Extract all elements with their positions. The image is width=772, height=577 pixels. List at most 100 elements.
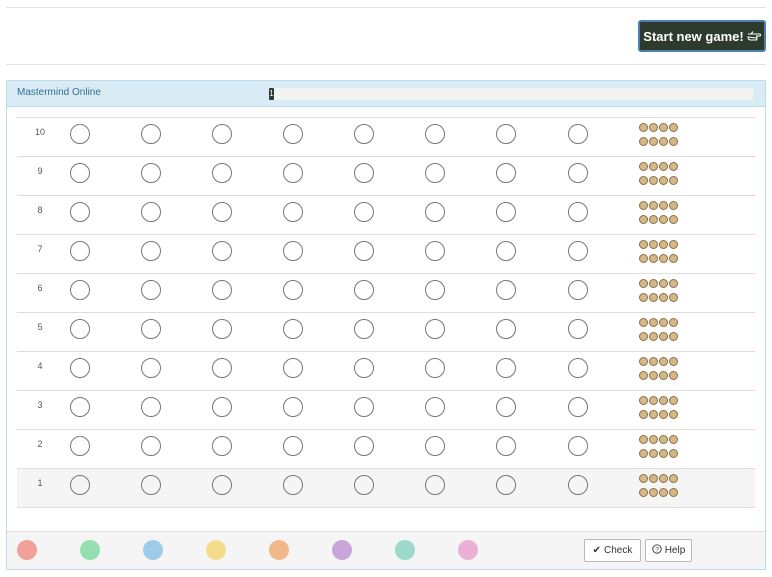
code-slot[interactable] xyxy=(70,475,90,495)
feedback-peg xyxy=(659,240,668,249)
code-slot[interactable] xyxy=(425,280,445,300)
code-slot[interactable] xyxy=(568,124,588,144)
feedback-peg xyxy=(669,371,678,380)
code-slot[interactable] xyxy=(496,124,516,144)
code-slot[interactable] xyxy=(141,124,161,144)
feedback-peg xyxy=(669,396,678,405)
code-slot[interactable] xyxy=(141,241,161,261)
code-slot[interactable] xyxy=(496,202,516,222)
code-slot[interactable] xyxy=(212,436,232,456)
code-slot[interactable] xyxy=(496,397,516,417)
code-slot[interactable] xyxy=(283,436,303,456)
code-slot[interactable] xyxy=(568,202,588,222)
start-new-game-button[interactable]: Start new game! xyxy=(638,20,766,52)
code-slot[interactable] xyxy=(141,280,161,300)
code-slot[interactable] xyxy=(354,319,374,339)
code-slot[interactable] xyxy=(283,241,303,261)
code-slot[interactable] xyxy=(283,397,303,417)
code-slot[interactable] xyxy=(496,319,516,339)
code-slot[interactable] xyxy=(425,358,445,378)
code-slot[interactable] xyxy=(568,397,588,417)
code-slot[interactable] xyxy=(425,124,445,144)
code-slot[interactable] xyxy=(496,241,516,261)
code-slot[interactable] xyxy=(212,163,232,183)
help-button[interactable]: ? Help xyxy=(645,539,692,562)
code-slot[interactable] xyxy=(425,163,445,183)
code-slot[interactable] xyxy=(283,475,303,495)
color-choice-8[interactable] xyxy=(458,540,478,560)
code-slot[interactable] xyxy=(141,358,161,378)
code-slot[interactable] xyxy=(141,163,161,183)
code-slot[interactable] xyxy=(354,163,374,183)
feedback-peg xyxy=(649,215,658,224)
code-slot[interactable] xyxy=(283,319,303,339)
code-slot[interactable] xyxy=(141,436,161,456)
code-slot[interactable] xyxy=(568,475,588,495)
color-choice-1[interactable] xyxy=(17,540,37,560)
color-choice-2[interactable] xyxy=(80,540,100,560)
row-number: 3 xyxy=(37,400,43,410)
code-slot[interactable] xyxy=(425,202,445,222)
code-slot[interactable] xyxy=(354,358,374,378)
check-button[interactable]: ✔ Check xyxy=(584,539,641,562)
code-slot[interactable] xyxy=(212,397,232,417)
code-slot[interactable] xyxy=(70,124,90,144)
code-slot[interactable] xyxy=(568,319,588,339)
code-slot[interactable] xyxy=(141,397,161,417)
code-slot[interactable] xyxy=(283,202,303,222)
code-slot[interactable] xyxy=(70,163,90,183)
code-slot[interactable] xyxy=(425,319,445,339)
code-slot[interactable] xyxy=(354,124,374,144)
code-slot[interactable] xyxy=(70,241,90,261)
code-slot[interactable] xyxy=(70,436,90,456)
color-choice-6[interactable] xyxy=(332,540,352,560)
code-slot[interactable] xyxy=(141,319,161,339)
code-slot[interactable] xyxy=(496,475,516,495)
code-slot[interactable] xyxy=(70,397,90,417)
color-choice-4[interactable] xyxy=(206,540,226,560)
code-slot[interactable] xyxy=(212,202,232,222)
code-slot[interactable] xyxy=(568,241,588,261)
code-slot[interactable] xyxy=(354,397,374,417)
feedback-peg xyxy=(649,162,658,171)
feedback-peg xyxy=(659,449,668,458)
code-slot[interactable] xyxy=(354,280,374,300)
code-slot[interactable] xyxy=(425,436,445,456)
panel-title: Mastermind Online xyxy=(17,87,101,98)
code-slot[interactable] xyxy=(141,202,161,222)
code-slot[interactable] xyxy=(212,280,232,300)
code-slot[interactable] xyxy=(212,319,232,339)
code-slot[interactable] xyxy=(212,124,232,144)
code-slot[interactable] xyxy=(212,358,232,378)
code-slot[interactable] xyxy=(70,358,90,378)
code-slot[interactable] xyxy=(496,436,516,456)
code-slot[interactable] xyxy=(283,280,303,300)
code-slot[interactable] xyxy=(141,475,161,495)
code-slot[interactable] xyxy=(568,280,588,300)
code-slot[interactable] xyxy=(425,241,445,261)
code-slot[interactable] xyxy=(354,202,374,222)
feedback-peg xyxy=(659,176,668,185)
code-slot[interactable] xyxy=(568,358,588,378)
code-slot[interactable] xyxy=(283,163,303,183)
code-slot[interactable] xyxy=(425,397,445,417)
color-choice-3[interactable] xyxy=(143,540,163,560)
code-slot[interactable] xyxy=(283,358,303,378)
code-slot[interactable] xyxy=(212,475,232,495)
code-slot[interactable] xyxy=(283,124,303,144)
code-slot[interactable] xyxy=(354,241,374,261)
code-slot[interactable] xyxy=(354,436,374,456)
code-slot[interactable] xyxy=(568,436,588,456)
code-slot[interactable] xyxy=(212,241,232,261)
code-slot[interactable] xyxy=(568,163,588,183)
code-slot[interactable] xyxy=(496,358,516,378)
code-slot[interactable] xyxy=(354,475,374,495)
color-choice-7[interactable] xyxy=(395,540,415,560)
code-slot[interactable] xyxy=(496,280,516,300)
code-slot[interactable] xyxy=(70,280,90,300)
color-choice-5[interactable] xyxy=(269,540,289,560)
code-slot[interactable] xyxy=(425,475,445,495)
code-slot[interactable] xyxy=(70,319,90,339)
code-slot[interactable] xyxy=(496,163,516,183)
code-slot[interactable] xyxy=(70,202,90,222)
